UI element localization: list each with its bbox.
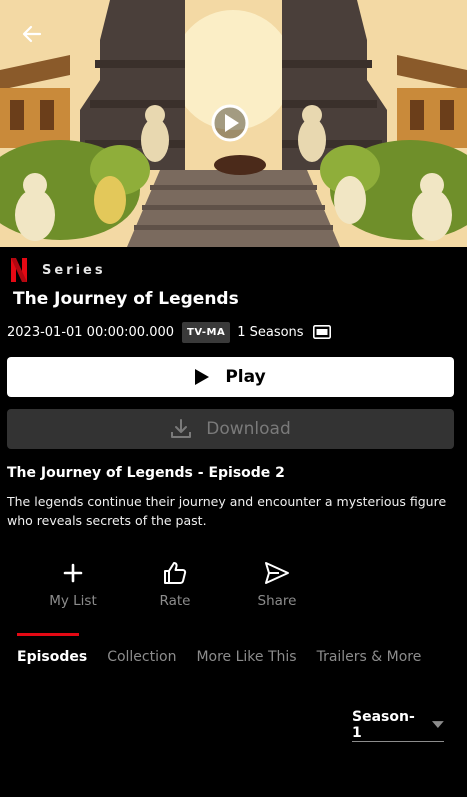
season-dropdown-value: Season-1 [352, 708, 415, 741]
rate-label: Rate [159, 593, 191, 609]
tab-more-like-this[interactable]: More Like This [196, 649, 296, 665]
my-list-label: My List [49, 593, 97, 609]
show-title: The Journey of Legends [13, 289, 239, 309]
download-icon [171, 419, 192, 438]
send-icon [265, 562, 289, 584]
rate-button[interactable]: Rate [124, 560, 226, 609]
action-bar: My List Rate Share [22, 560, 328, 609]
play-circle-icon [211, 104, 249, 142]
netflix-n-logo [11, 258, 27, 282]
active-tab-indicator [17, 633, 79, 636]
share-label: Share [257, 593, 297, 609]
chevron-down-icon [432, 720, 444, 728]
episode-title: The Journey of Legends - Episode 2 [7, 465, 285, 481]
play-icon [195, 369, 210, 385]
season-count: 1 Seasons [237, 324, 304, 340]
play-button-label: Play [225, 367, 266, 387]
my-list-button[interactable]: My List [22, 560, 124, 609]
hero-image[interactable] [0, 0, 467, 247]
season-dropdown[interactable]: Season-1 [352, 708, 444, 742]
share-button[interactable]: Share [226, 560, 328, 609]
download-button-label: Download [206, 419, 291, 439]
metadata-row: 2023-01-01 00:00:00.000 TV-MA 1 Seasons [7, 320, 331, 344]
back-button[interactable] [14, 16, 50, 52]
thumbs-up-icon [164, 562, 187, 584]
tab-bar: Episodes Collection More Like This Trail… [17, 649, 441, 665]
plus-icon [63, 563, 83, 583]
tab-collection[interactable]: Collection [107, 649, 176, 665]
content-type-label: Series [42, 262, 106, 278]
hd-icon [312, 325, 331, 339]
tab-trailers-more[interactable]: Trailers & More [317, 649, 422, 665]
release-date: 2023-01-01 00:00:00.000 [7, 324, 175, 340]
series-header: Series [10, 257, 106, 283]
download-button[interactable]: Download [7, 409, 454, 449]
tab-episodes[interactable]: Episodes [17, 649, 87, 665]
episode-description: The legends continue their journey and e… [7, 494, 447, 528]
maturity-rating-badge: TV-MA [182, 321, 231, 343]
arrow-left-icon [22, 25, 42, 43]
play-trailer-button[interactable] [210, 103, 250, 143]
play-button[interactable]: Play [7, 357, 454, 397]
